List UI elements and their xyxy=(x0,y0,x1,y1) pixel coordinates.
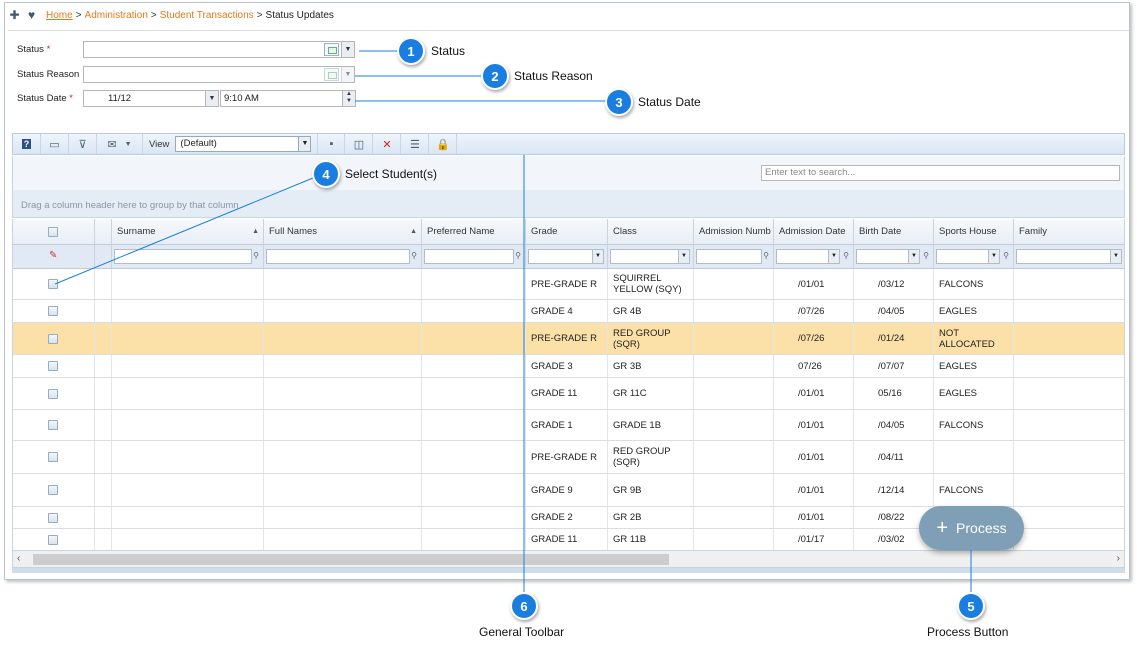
callout-4-text: Select Student(s) xyxy=(345,167,438,181)
callout-2-text: Status Reason xyxy=(514,69,593,83)
callout-line-4 xyxy=(54,177,314,285)
callout-2: 2 xyxy=(481,62,509,90)
callout-3: 3 xyxy=(605,88,633,116)
callout-5-text: Process Button xyxy=(927,625,1009,639)
callout-1-text: Status xyxy=(431,44,466,58)
callout-6: 6 xyxy=(510,592,538,620)
callout-6-text: General Toolbar xyxy=(479,625,565,639)
callout-3-text: Status Date xyxy=(638,95,701,109)
callout-1: 1 xyxy=(397,37,425,65)
callout-4: 4 xyxy=(312,160,340,188)
callout-5: 5 xyxy=(957,592,985,620)
callout-lines xyxy=(54,50,972,593)
